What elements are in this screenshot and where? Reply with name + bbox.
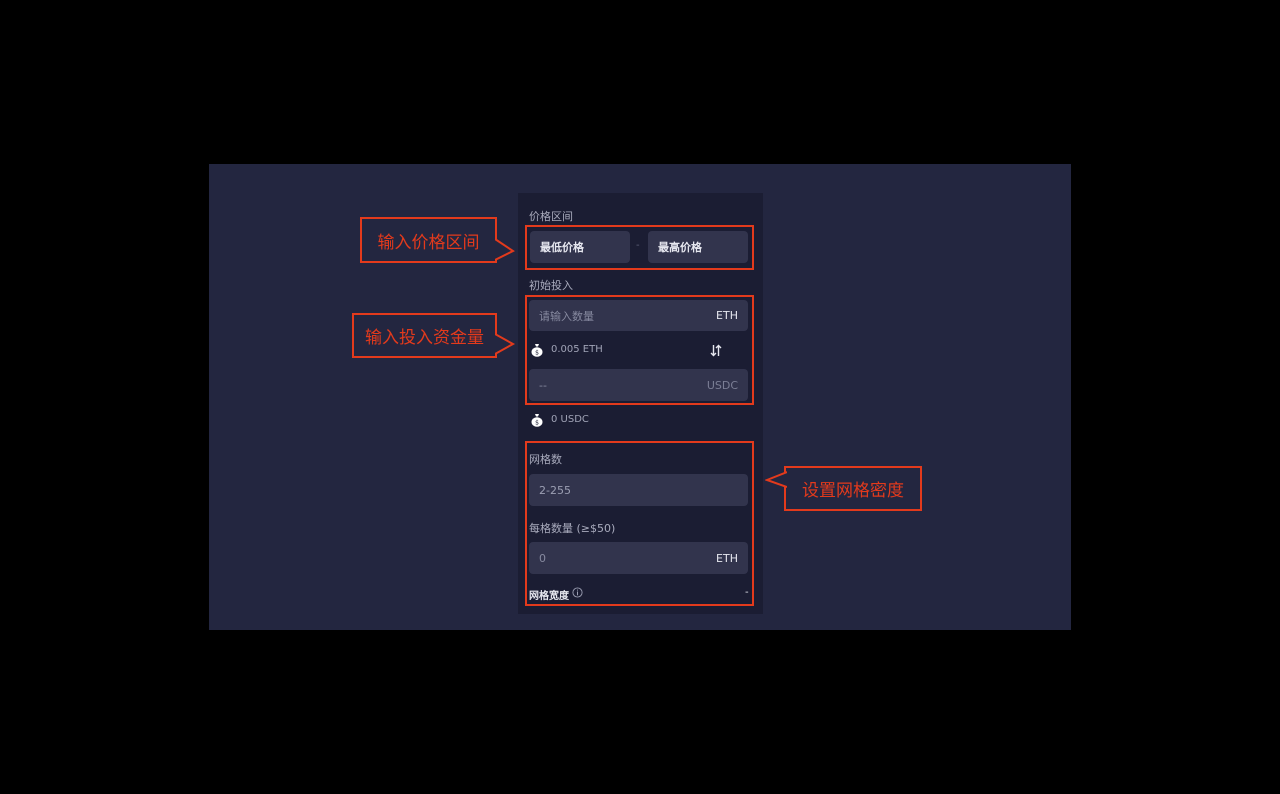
svg-text:$: $: [535, 420, 539, 427]
investment-highlight: [525, 295, 754, 405]
grid-density-callout: 设置网格密度: [784, 466, 922, 511]
investment-callout: 输入投入资金量: [352, 313, 497, 358]
grid-callout-pointer: [765, 471, 787, 488]
usdc-balance: 0 USDC: [551, 414, 589, 425]
price-range-callout: 输入价格区间: [360, 217, 497, 263]
money-bag-icon: $: [531, 414, 543, 427]
grid-settings-highlight: [525, 441, 754, 606]
price-callout-pointer: [495, 238, 515, 261]
investment-callout-pointer: [495, 333, 516, 355]
price-range-label: 价格区间: [529, 210, 573, 223]
initial-investment-label: 初始投入: [529, 279, 573, 292]
price-range-highlight: [525, 225, 754, 270]
